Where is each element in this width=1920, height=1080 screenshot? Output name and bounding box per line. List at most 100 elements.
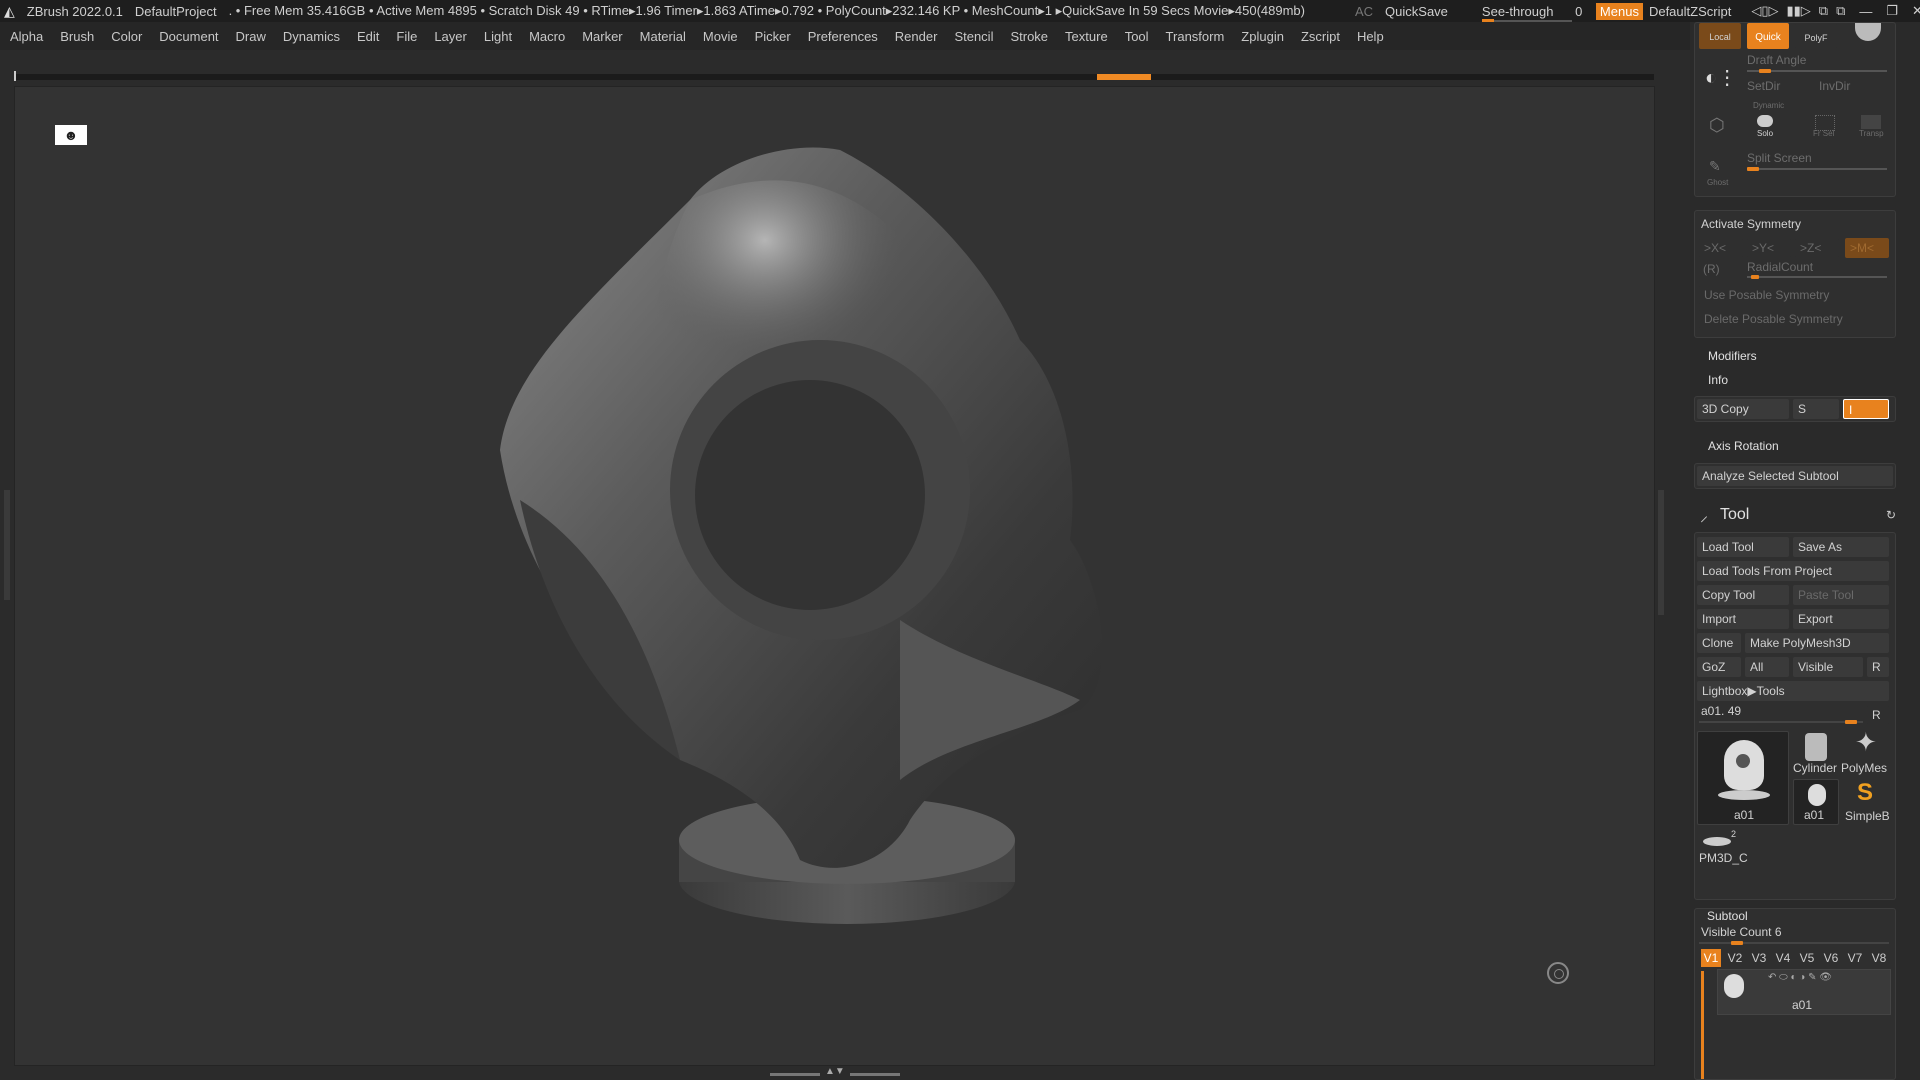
info-header[interactable]: Info (1708, 373, 1728, 387)
layout-icon-2[interactable]: ▮▮▷ (1786, 3, 1810, 19)
save-as-button[interactable]: Save As (1793, 537, 1889, 557)
radial-r-button[interactable]: (R) (1703, 262, 1720, 276)
radial-count-slider[interactable]: RadialCount (1747, 260, 1813, 274)
local-button[interactable]: Local (1699, 23, 1741, 49)
subtool-tab-v1[interactable]: V1 (1701, 949, 1721, 967)
goz-visible-button[interactable]: Visible (1793, 657, 1863, 677)
timeline-track[interactable] (14, 71, 1654, 81)
tool-thumb-a01-large[interactable]: a01 (1697, 731, 1789, 825)
menu-movie[interactable]: Movie (703, 29, 738, 44)
goz-r-button[interactable]: R (1867, 657, 1889, 677)
split-screen-slider[interactable]: Split Screen (1747, 151, 1812, 165)
frsel-button[interactable]: Fr Sel (1813, 129, 1834, 138)
tool-palette-title[interactable]: Tool (1720, 506, 1749, 524)
menu-tool[interactable]: Tool (1125, 29, 1149, 44)
sphere-icon[interactable] (1855, 23, 1881, 41)
copy-tool-button[interactable]: Copy Tool (1697, 585, 1789, 605)
cube-icon[interactable]: ⬡ (1709, 115, 1725, 136)
menu-zscript[interactable]: Zscript (1301, 29, 1340, 44)
subtool-tab-v8[interactable]: V8 (1869, 949, 1889, 967)
subtool-tab-v4[interactable]: V4 (1773, 949, 1793, 967)
subtool-tab-v5[interactable]: V5 (1797, 949, 1817, 967)
menu-layer[interactable]: Layer (434, 29, 467, 44)
invdir-button[interactable]: InvDir (1819, 79, 1850, 93)
clone-button[interactable]: Clone (1697, 633, 1741, 653)
restore-icon[interactable]: ❐ (1886, 3, 1898, 19)
polyf-button[interactable]: PolyF (1795, 23, 1837, 49)
load-tools-from-project-button[interactable]: Load Tools From Project (1697, 561, 1889, 581)
s-button[interactable]: S (1793, 399, 1839, 419)
goz-all-button[interactable]: All (1745, 657, 1789, 677)
analyze-selected-subtool-button[interactable]: Analyze Selected Subtool (1697, 466, 1893, 486)
paste-tool-button[interactable]: Paste Tool (1793, 585, 1889, 605)
setdir-button[interactable]: SetDir (1747, 79, 1780, 93)
3d-copy-button[interactable]: 3D Copy (1697, 399, 1789, 419)
swap-icon[interactable]: ⧉ (1819, 3, 1828, 19)
subtool-header[interactable]: Subtool (1707, 909, 1748, 923)
default-zscript-button[interactable]: DefaultZScript (1649, 4, 1731, 19)
menu-document[interactable]: Document (159, 29, 218, 44)
current-tool-r-button[interactable]: R (1867, 705, 1889, 725)
solo-button[interactable]: Solo (1757, 129, 1773, 138)
tool-thumb-polymesh[interactable]: ✦ PolyMes (1841, 727, 1893, 777)
modifiers-header[interactable]: Modifiers (1708, 349, 1757, 363)
menu-brush[interactable]: Brush (60, 29, 94, 44)
ghost-icon[interactable]: ✎ (1709, 158, 1721, 175)
tool-thumb-cylinder[interactable]: Cylinder (1793, 731, 1841, 777)
menu-dynamics[interactable]: Dynamics (283, 29, 340, 44)
sculpt-model[interactable] (480, 120, 1200, 1010)
menu-draw[interactable]: Draw (236, 29, 266, 44)
menu-transform[interactable]: Transform (1166, 29, 1225, 44)
window-copy-icon[interactable]: ⧉ (1836, 3, 1845, 19)
subtool-item[interactable]: ↶ ⬭ ◐ ◑ ✎ 👁 a01 (1717, 969, 1891, 1015)
delete-posable-symmetry-button[interactable]: Delete Posable Symmetry (1699, 309, 1893, 329)
layout-icon-1[interactable]: ◁▯▷ (1751, 3, 1778, 19)
use-posable-symmetry-button[interactable]: Use Posable Symmetry (1699, 285, 1893, 305)
menu-color[interactable]: Color (111, 29, 142, 44)
symmetry-z-button[interactable]: >Z< (1795, 238, 1839, 258)
lightbox-tools-button[interactable]: Lightbox▶Tools (1697, 681, 1889, 701)
subtool-scrollbar[interactable] (1701, 971, 1704, 1079)
menu-render[interactable]: Render (895, 29, 938, 44)
activate-symmetry-button[interactable]: Activate Symmetry (1701, 217, 1801, 231)
quick-button[interactable]: Quick (1747, 23, 1789, 49)
menu-stroke[interactable]: Stroke (1010, 29, 1048, 44)
menu-zplugin[interactable]: Zplugin (1241, 29, 1284, 44)
subtool-tab-v3[interactable]: V3 (1749, 949, 1769, 967)
info-toggle-button[interactable]: I (1843, 399, 1889, 419)
right-tray-handle[interactable] (1658, 490, 1664, 615)
symmetry-y-button[interactable]: >Y< (1747, 238, 1791, 258)
subtool-visibility-icons[interactable]: ↶ ⬭ ◐ ◑ ✎ 👁 (1768, 972, 1832, 983)
tool-thumb-simpleb[interactable]: S SimpleB (1841, 779, 1893, 825)
transp-icon[interactable] (1861, 115, 1881, 129)
menu-light[interactable]: Light (484, 29, 512, 44)
current-tool-slider[interactable]: a01. 49 (1701, 704, 1741, 718)
menu-stencil[interactable]: Stencil (954, 29, 993, 44)
menu-alpha[interactable]: Alpha (10, 29, 43, 44)
goz-button[interactable]: GoZ (1697, 657, 1741, 677)
draft-angle-slider[interactable]: Draft Angle (1747, 53, 1806, 67)
menu-material[interactable]: Material (640, 29, 686, 44)
menus-toggle[interactable]: Menus (1595, 2, 1643, 20)
subtool-tab-v2[interactable]: V2 (1725, 949, 1745, 967)
ghost-button[interactable]: Ghost (1707, 178, 1728, 187)
menu-file[interactable]: File (396, 29, 417, 44)
menu-edit[interactable]: Edit (357, 29, 379, 44)
load-tool-button[interactable]: Load Tool (1697, 537, 1789, 557)
contrast-icon[interactable]: ◐⋮ (1705, 65, 1737, 90)
transp-button[interactable]: Transp (1859, 129, 1884, 138)
axis-rotation-header[interactable]: Axis Rotation (1708, 439, 1779, 453)
symmetry-m-button[interactable]: >M< (1845, 238, 1889, 258)
import-button[interactable]: Import (1697, 609, 1789, 629)
make-polymesh3d-button[interactable]: Make PolyMesh3D (1745, 633, 1889, 653)
symmetry-x-button[interactable]: >X< (1699, 238, 1743, 258)
menu-marker[interactable]: Marker (582, 29, 622, 44)
see-through-slider[interactable]: See-through 0 (1481, 4, 1582, 23)
minimize-icon[interactable]: — (1859, 4, 1872, 19)
ac-button[interactable]: AC (1355, 4, 1373, 19)
close-icon[interactable]: ✕ (1912, 3, 1920, 19)
tool-thumb-pm3d[interactable]: 2 PM3D_C (1697, 829, 1757, 869)
solo-icon[interactable] (1757, 115, 1773, 127)
bottom-tray-handle[interactable]: ▲▼ (770, 1066, 900, 1078)
menu-texture[interactable]: Texture (1065, 29, 1108, 44)
